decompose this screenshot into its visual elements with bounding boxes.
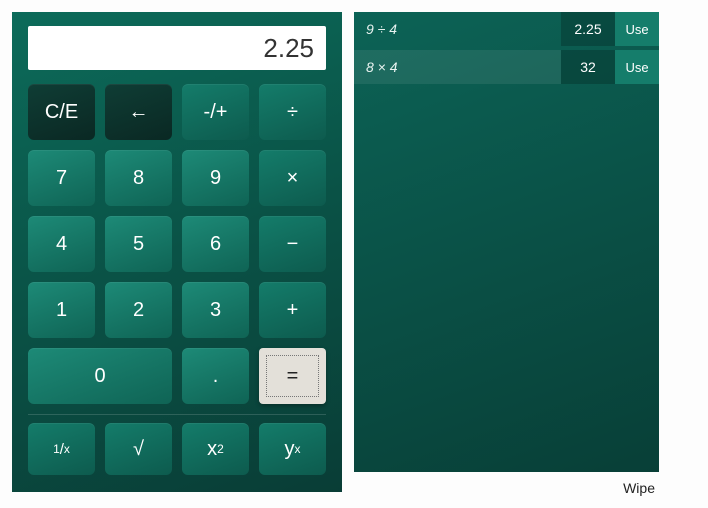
digit-3-button[interactable]: 3 xyxy=(182,282,249,338)
square-button[interactable]: x2 xyxy=(182,423,249,475)
display: 2.25 xyxy=(28,26,326,70)
sign-button[interactable]: -/+ xyxy=(182,84,249,140)
equals-button[interactable]: = xyxy=(259,348,326,404)
digit-5-button[interactable]: 5 xyxy=(105,216,172,272)
history-wrapper: 9 ÷ 4 2.25 Use 8 × 4 32 Use Wipe xyxy=(354,12,659,496)
wipe-button[interactable]: Wipe xyxy=(354,472,659,496)
history-row: 9 ÷ 4 2.25 Use xyxy=(354,12,659,46)
backspace-button[interactable]: ← xyxy=(105,84,172,140)
power-base: y xyxy=(285,438,295,461)
digit-0-button[interactable]: 0 xyxy=(28,348,172,404)
inverse-numerator: 1 xyxy=(53,442,60,456)
history-expression: 9 ÷ 4 xyxy=(354,12,561,46)
multiply-button[interactable]: × xyxy=(259,150,326,206)
history-result: 32 xyxy=(561,50,615,84)
history-expression: 8 × 4 xyxy=(354,50,561,84)
history-use-button[interactable]: Use xyxy=(615,12,659,46)
display-value: 2.25 xyxy=(263,33,314,64)
history-use-button[interactable]: Use xyxy=(615,50,659,84)
digit-1-button[interactable]: 1 xyxy=(28,282,95,338)
digit-8-button[interactable]: 8 xyxy=(105,150,172,206)
square-base: x xyxy=(207,438,217,461)
keypad: C/E ← -/+ ÷ 7 8 9 × 4 5 6 − 1 2 3 + 0 . … xyxy=(28,84,326,404)
power-exp: x xyxy=(295,442,301,456)
plus-button[interactable]: + xyxy=(259,282,326,338)
calculator-panel: 2.25 C/E ← -/+ ÷ 7 8 9 × 4 5 6 − 1 2 3 +… xyxy=(12,12,342,492)
digit-6-button[interactable]: 6 xyxy=(182,216,249,272)
clear-button[interactable]: C/E xyxy=(28,84,95,140)
separator xyxy=(28,414,326,415)
function-row: 1/x √ x2 yx xyxy=(28,423,326,475)
power-button[interactable]: yx xyxy=(259,423,326,475)
digit-2-button[interactable]: 2 xyxy=(105,282,172,338)
history-panel: 9 ÷ 4 2.25 Use 8 × 4 32 Use xyxy=(354,12,659,472)
digit-7-button[interactable]: 7 xyxy=(28,150,95,206)
sqrt-button[interactable]: √ xyxy=(105,423,172,475)
digit-9-button[interactable]: 9 xyxy=(182,150,249,206)
inverse-button[interactable]: 1/x xyxy=(28,423,95,475)
history-row: 8 × 4 32 Use xyxy=(354,50,659,84)
digit-4-button[interactable]: 4 xyxy=(28,216,95,272)
square-exp: 2 xyxy=(217,442,224,456)
decimal-button[interactable]: . xyxy=(182,348,249,404)
inverse-denominator: x xyxy=(64,442,70,456)
divide-button[interactable]: ÷ xyxy=(259,84,326,140)
minus-button[interactable]: − xyxy=(259,216,326,272)
history-result: 2.25 xyxy=(561,12,615,46)
